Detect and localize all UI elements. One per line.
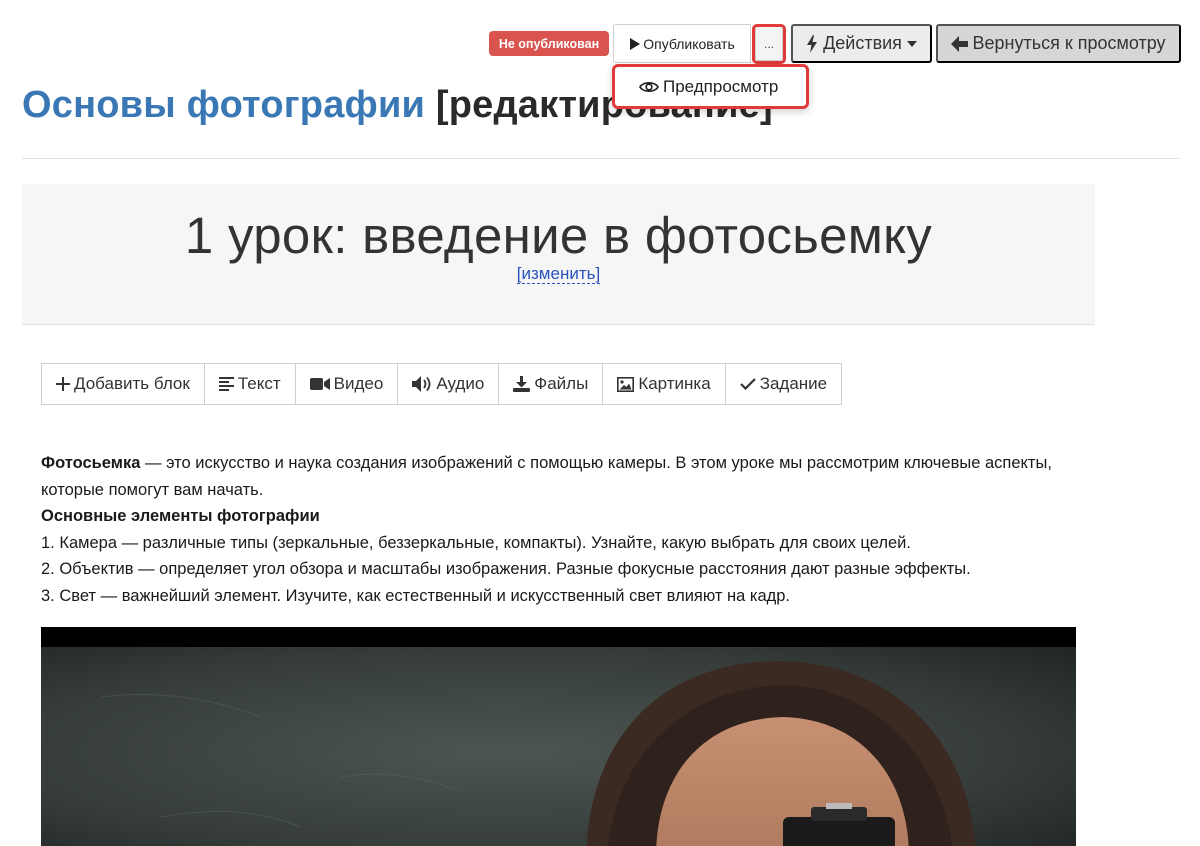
publish-button[interactable]: Опубликовать <box>613 24 751 63</box>
add-audio-button[interactable]: Аудио <box>398 364 500 404</box>
add-image-button[interactable]: Картинка <box>603 364 726 404</box>
lesson-edit-wrapper: [изменить] <box>22 264 1095 284</box>
actions-dropdown-button[interactable]: Действия <box>791 24 932 63</box>
video-label: Видео <box>333 374 384 393</box>
section-heading: Основные элементы фотографии <box>41 507 320 525</box>
preview-menu-item[interactable]: Предпросмотр <box>639 77 778 97</box>
video-camera-icon <box>309 378 330 390</box>
play-icon <box>630 37 641 50</box>
add-block-label: Добавить блок <box>74 374 190 393</box>
edit-lesson-title-link[interactable]: [изменить] <box>516 264 601 284</box>
actions-label: Действия <box>823 33 902 53</box>
add-video-button[interactable]: Видео <box>296 364 399 404</box>
eye-icon <box>639 81 659 92</box>
publish-label: Опубликовать <box>643 35 735 52</box>
bolt-icon <box>807 34 818 53</box>
plus-icon <box>56 377 70 391</box>
image-label: Картинка <box>638 374 711 393</box>
lesson-image <box>41 627 1076 846</box>
back-to-view-button[interactable]: Вернуться к просмотру <box>936 24 1181 63</box>
add-block-button[interactable]: Добавить блок <box>42 364 205 404</box>
arrow-left-icon <box>951 35 969 52</box>
lesson-title: 1 урок: введение в фотосьемку <box>184 207 933 264</box>
task-label: Задание <box>759 374 828 393</box>
list-item: 1. Камера — различные типы (зеркальные, … <box>41 533 911 552</box>
back-label: Вернуться к просмотру <box>972 33 1166 53</box>
block-toolbar: Добавить блок Текст Видео Аудио Файлы Ка… <box>41 363 843 405</box>
intro-text: — это искусство и наука создания изображ… <box>41 454 1052 499</box>
audio-label: Аудио <box>436 374 485 393</box>
intro-term: Фотосьемка <box>41 454 141 472</box>
picture-icon <box>617 376 635 392</box>
lesson-editor-page: Не опубликован Опубликовать ... Действия… <box>0 0 1200 846</box>
course-name[interactable]: Основы фотографии <box>22 84 425 126</box>
title-divider <box>22 158 1180 159</box>
list-item: 2. Объектив — определяет угол обзора и м… <box>41 560 971 578</box>
download-icon <box>513 376 531 392</box>
status-badge: Не опубликован <box>489 31 609 56</box>
add-files-button[interactable]: Файлы <box>499 364 604 404</box>
add-text-button[interactable]: Текст <box>205 364 296 404</box>
text-label: Текст <box>237 374 281 393</box>
photo-illustration <box>41 627 1076 846</box>
volume-icon <box>412 376 431 392</box>
files-label: Файлы <box>534 374 589 393</box>
caret-down-icon <box>906 40 917 47</box>
preview-label: Предпросмотр <box>663 76 779 96</box>
check-icon <box>739 378 756 390</box>
lesson-text-block[interactable]: Фотосьемка — это искусство и наука созда… <box>41 450 1081 609</box>
more-options-dropdown: Предпросмотр <box>612 64 809 109</box>
intro-paragraph: Фотосьемка — это искусство и наука созда… <box>41 450 1081 503</box>
lesson-header: 1 урок: введение в фотосьемку [изменить] <box>22 184 1095 325</box>
more-options-button[interactable]: ... <box>755 26 783 61</box>
add-task-button[interactable]: Задание <box>726 364 841 404</box>
list-item: 3. Свет — важнейший элемент. Изучите, ка… <box>41 586 791 605</box>
text-lines-icon <box>218 377 234 391</box>
